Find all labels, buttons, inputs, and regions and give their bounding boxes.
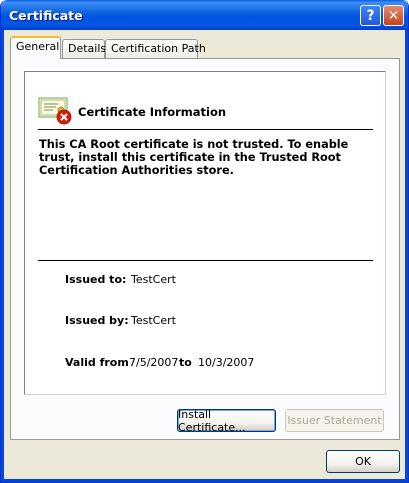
certificate-info-heading: Certificate Information (78, 105, 227, 119)
issuer-statement-button[interactable]: Issuer Statement (285, 409, 384, 432)
trust-warning-message: This CA Root certificate is not trusted.… (39, 138, 349, 177)
tab-certification-path[interactable]: Certification Path (105, 39, 206, 58)
ok-button[interactable]: OK (326, 450, 400, 473)
issued-to-value: TestCert (131, 273, 176, 286)
valid-to-value: 10/3/2007 (198, 356, 255, 369)
close-button[interactable]: ✕ (383, 5, 404, 26)
tab-general[interactable]: General (10, 36, 61, 59)
window-border-left (1, 30, 4, 482)
valid-from-label: Valid from (65, 356, 129, 369)
window-border-bottom (1, 479, 408, 482)
issued-by-value: TestCert (131, 314, 176, 327)
certificate-info-box: Certificate Information This CA Root cer… (24, 71, 386, 395)
issued-by-label: Issued by: (65, 314, 129, 327)
tab-details-label: Details (68, 42, 107, 55)
tab-certification-path-label: Certification Path (111, 42, 206, 55)
separator-bottom (38, 260, 373, 261)
help-icon: ? (366, 7, 375, 24)
valid-from-value: 7/5/2007 (129, 356, 179, 369)
tab-general-label: General (16, 40, 60, 53)
valid-to-label: to (179, 356, 192, 369)
certificate-dialog: Certificate ? ✕ General Details Certific… (0, 0, 409, 483)
title-bar[interactable]: Certificate ? ✕ (1, 0, 408, 30)
separator-top (38, 129, 373, 130)
help-button[interactable]: ? (360, 5, 381, 26)
certificate-error-icon (38, 97, 72, 125)
install-certificate-button[interactable]: Install Certificate... (177, 408, 276, 434)
window-title: Certificate (9, 8, 83, 23)
issued-to-label: Issued to: (65, 273, 127, 286)
window-border-right (405, 30, 408, 482)
general-tab-panel: Certificate Information This CA Root cer… (10, 58, 400, 440)
close-icon: ✕ (387, 7, 400, 24)
tab-details[interactable]: Details (62, 39, 107, 58)
